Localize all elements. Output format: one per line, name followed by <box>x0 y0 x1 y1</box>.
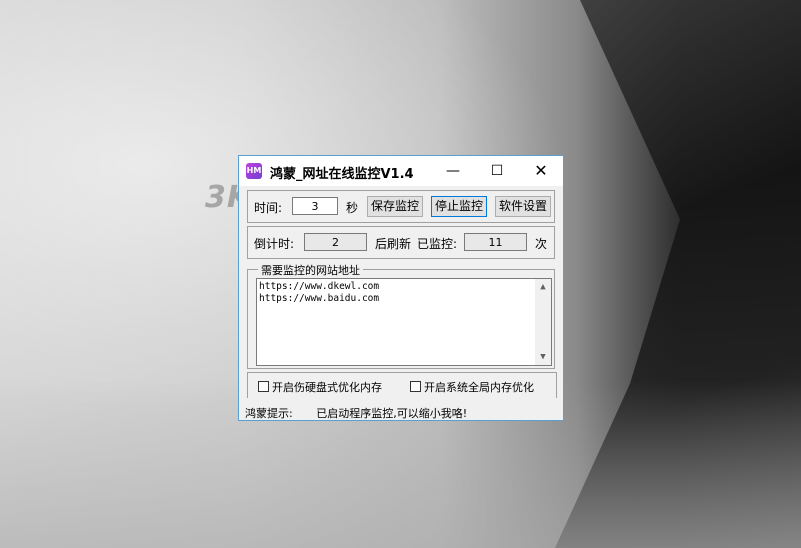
title-bar[interactable]: HM 鸿蒙_网址在线监控V1.4 — ☐ ✕ <box>239 156 563 186</box>
settings-button[interactable]: 软件设置 <box>495 196 551 217</box>
url-line: https://www.baidu.com <box>259 293 380 304</box>
monitored-count: 11 <box>464 233 527 251</box>
url-textarea[interactable]: https://www.dkewl.com https://www.baidu.… <box>256 278 552 366</box>
url-list: https://www.dkewl.com https://www.baidu.… <box>259 281 379 305</box>
status-message: 已启动程序监控,可以缩小我咯! <box>316 407 468 420</box>
status-bar: 鸿蒙提示: 已启动程序监控,可以缩小我咯! <box>245 405 467 421</box>
refresh-label: 后刷新 <box>375 237 412 251</box>
global-memory-checkbox[interactable] <box>410 381 421 392</box>
app-window: HM 鸿蒙_网址在线监控V1.4 — ☐ ✕ 时间: 3 秒 保存监控 停止监控… <box>238 155 564 421</box>
countdown-label: 倒计时: <box>254 237 295 251</box>
url-group: 需要监控的网站地址 https://www.dkewl.com https://… <box>247 262 555 369</box>
app-icon: HM <box>246 163 262 179</box>
url-line: https://www.dkewl.com <box>259 281 380 292</box>
global-memory-label[interactable]: 开启系统全局内存优化 <box>424 379 534 395</box>
status-label: 鸿蒙提示: <box>245 407 293 420</box>
close-button[interactable]: ✕ <box>519 156 563 186</box>
minimize-button[interactable]: — <box>431 156 475 186</box>
time-label: 时间: <box>254 201 283 215</box>
times-label: 次 <box>535 237 548 251</box>
seconds-label: 秒 <box>346 201 359 215</box>
monitored-label: 已监控: <box>417 237 458 251</box>
memory-optimize-checkbox[interactable] <box>258 381 269 392</box>
interval-input[interactable]: 3 <box>292 197 338 215</box>
url-group-legend: 需要监控的网站地址 <box>258 262 363 278</box>
window-title: 鸿蒙_网址在线监控V1.4 <box>270 167 414 182</box>
scroll-up-icon[interactable]: ▲ <box>535 279 551 295</box>
vertical-scrollbar[interactable]: ▲ ▼ <box>535 279 551 365</box>
memory-optimize-label[interactable]: 开启伤硬盘式优化内存 <box>272 379 382 395</box>
status-counter-group: 倒计时: 2 后刷新 已监控: 11 次 <box>247 226 555 259</box>
save-monitor-button[interactable]: 保存监控 <box>367 196 423 217</box>
countdown-value: 2 <box>304 233 367 251</box>
interval-group: 时间: 3 秒 保存监控 停止监控 软件设置 <box>247 190 555 223</box>
scroll-down-icon[interactable]: ▼ <box>535 349 551 365</box>
stop-monitor-button[interactable]: 停止监控 <box>431 196 487 217</box>
options-group: 开启伤硬盘式优化内存 开启系统全局内存优化 <box>247 372 557 398</box>
maximize-button[interactable]: ☐ <box>475 156 519 186</box>
